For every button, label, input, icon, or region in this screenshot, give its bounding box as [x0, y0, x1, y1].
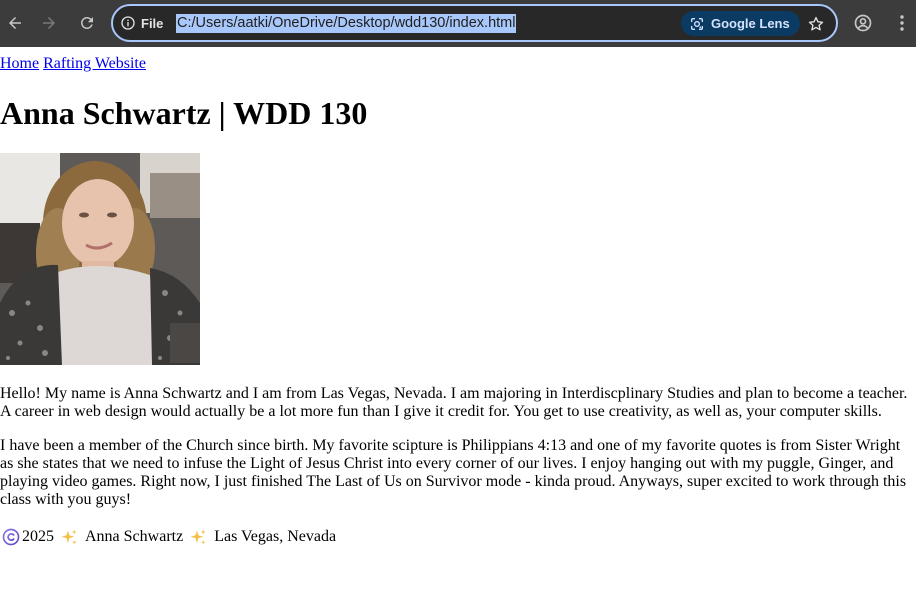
menu-dots-icon	[900, 15, 904, 31]
back-arrow-icon	[9, 17, 21, 29]
browser-menu-button[interactable]	[893, 11, 911, 35]
profile-button[interactable]	[851, 11, 875, 35]
google-lens-icon	[691, 17, 703, 30]
browser-toolbar: File C:/Users/aatki/OneDrive/Desktop/wdd…	[0, 0, 916, 47]
page-content: Home Rafting Website Anna Schwartz | WDD…	[0, 55, 916, 546]
footer-year: 2025	[22, 528, 54, 545]
profile-photo	[0, 153, 200, 365]
info-icon	[121, 16, 135, 30]
site-info-chip[interactable]: File	[120, 13, 163, 33]
bookmark-star-icon	[808, 16, 824, 31]
profile-icon	[854, 14, 872, 32]
bookmark-button[interactable]	[805, 13, 827, 35]
footer-location: Las Vegas, Nevada	[214, 528, 337, 545]
bio-paragraph-1: Hello! My name is Anna Schwartz and I am…	[0, 385, 908, 420]
forward-arrow-icon	[43, 17, 55, 29]
copyright-icon	[0, 528, 22, 546]
bio-paragraph-2: I have been a member of the Church since…	[0, 437, 907, 508]
reload-button[interactable]	[75, 11, 99, 35]
page-title: Anna Schwartz | WDD 130	[0, 95, 368, 131]
back-button[interactable]	[3, 11, 27, 35]
page-footer: 2025 Anna Schwartz Las Vegas, Nevada	[0, 527, 336, 547]
nav-link-rafting-website[interactable]: Rafting Website	[43, 55, 146, 72]
url-text[interactable]: C:/Users/aatki/OneDrive/Desktop/wdd130/i…	[176, 14, 517, 33]
google-lens-button[interactable]: Google Lens	[681, 11, 800, 36]
sparkles-icon	[54, 528, 85, 547]
address-bar[interactable]: File C:/Users/aatki/OneDrive/Desktop/wdd…	[111, 4, 838, 42]
google-lens-label: Google Lens	[711, 16, 790, 31]
forward-button[interactable]	[37, 11, 61, 35]
site-nav: Home Rafting Website	[0, 55, 916, 73]
sparkles-icon	[183, 528, 214, 547]
footer-name: Anna Schwartz	[85, 528, 184, 545]
reload-icon	[80, 16, 93, 29]
site-chip-label: File	[141, 15, 164, 31]
nav-link-home[interactable]: Home	[0, 55, 39, 72]
